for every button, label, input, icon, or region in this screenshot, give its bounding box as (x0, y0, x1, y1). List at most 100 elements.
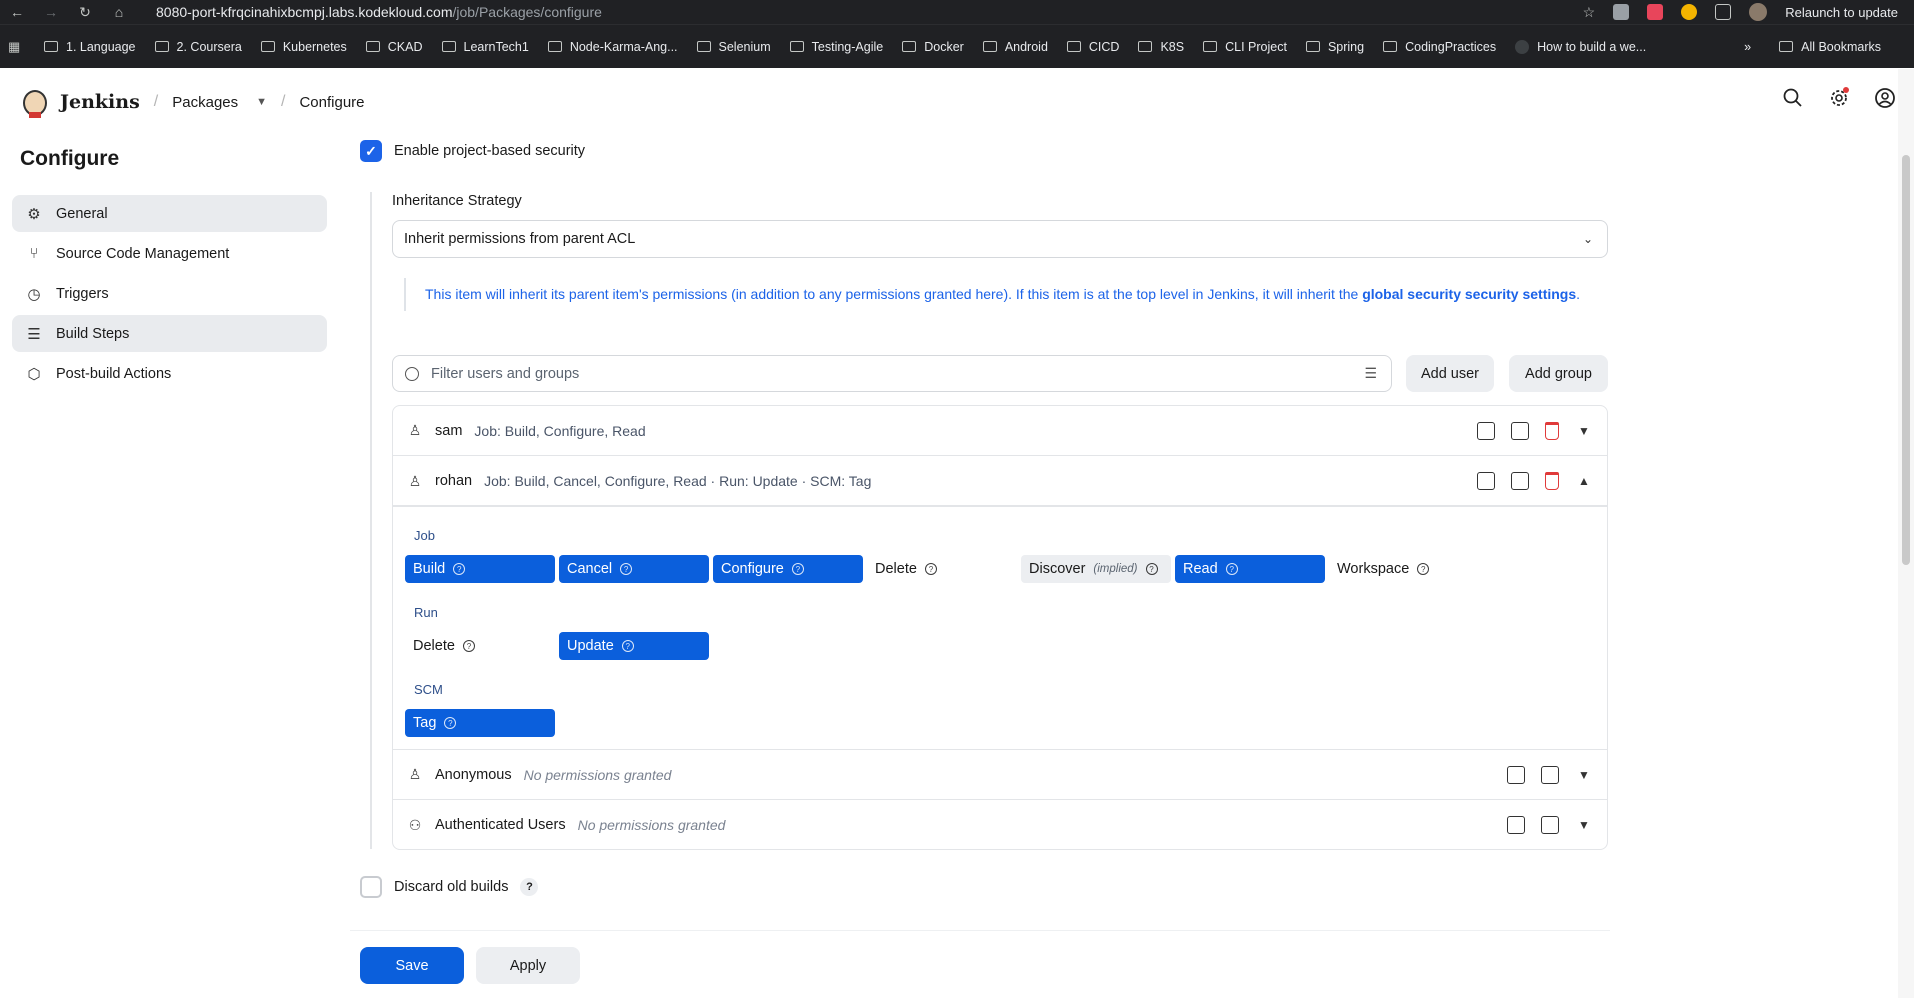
scrollbar-thumb[interactable] (1902, 155, 1910, 565)
copy-icon[interactable] (1541, 816, 1559, 834)
camera-icon[interactable] (1613, 4, 1630, 20)
perm-job-discover[interactable]: Discover (implied)? (1021, 555, 1171, 583)
copy-icon[interactable] (1511, 421, 1529, 440)
filter-users-input[interactable]: Filter users and groups ☰ (392, 355, 1392, 392)
forward-icon[interactable]: → (34, 4, 68, 20)
copy-icon[interactable] (1511, 472, 1529, 490)
bookmark-folder[interactable]: CodingPractices (1383, 40, 1496, 54)
chevron-down-icon[interactable]: ▼ (1575, 816, 1593, 834)
bookmark-folder[interactable]: Spring (1305, 40, 1364, 54)
user-account-icon[interactable] (1874, 87, 1896, 109)
discard-old-builds-checkbox[interactable] (360, 876, 382, 898)
bookmark-folder[interactable]: Testing-Agile (789, 40, 883, 54)
permission-row-anonymous[interactable]: ♙ Anonymous No permissions granted ▼ (393, 750, 1607, 800)
bookmark-link[interactable]: How to build a we... (1515, 39, 1646, 54)
perm-job-configure[interactable]: Configure? (713, 555, 863, 583)
reload-icon[interactable]: ↻ (68, 4, 102, 21)
edit-permissions-icon[interactable] (1477, 421, 1495, 440)
url-field[interactable]: 8080-port-kfrqcinahixbcmpj.labs.kodeklou… (156, 4, 1583, 20)
star-icon[interactable]: ☆ (1583, 4, 1596, 21)
help-icon[interactable]: ? (1145, 563, 1158, 575)
home-icon[interactable]: ⌂ (102, 4, 136, 20)
jenkins-logo-icon[interactable] (20, 84, 50, 120)
gear-icon[interactable] (1828, 87, 1850, 109)
folder-icon (441, 41, 456, 52)
color-extension-icon[interactable] (1681, 4, 1698, 20)
copy-icon[interactable] (1541, 765, 1559, 784)
perm-run-delete[interactable]: Delete? (405, 632, 555, 660)
perm-job-workspace[interactable]: Workspace? (1329, 555, 1479, 583)
edit-permissions-icon[interactable] (1477, 472, 1495, 490)
enable-security-checkbox[interactable]: ✓ (360, 140, 382, 162)
help-icon[interactable]: ? (620, 563, 633, 575)
perm-job-cancel[interactable]: Cancel? (559, 555, 709, 583)
help-icon[interactable]: ? (444, 717, 457, 729)
sidebar-item-triggers[interactable]: ◷ Triggers (12, 275, 327, 312)
chevron-down-icon[interactable]: ▼ (1575, 422, 1593, 440)
help-icon[interactable]: ? (1225, 563, 1238, 575)
add-group-button[interactable]: Add group (1509, 355, 1608, 392)
page-scrollbar[interactable] (1898, 69, 1914, 998)
help-icon[interactable]: ? (520, 878, 539, 896)
perm-scm-tag[interactable]: Tag? (405, 709, 555, 737)
chevron-down-icon[interactable]: ▼ (1575, 766, 1593, 784)
extensions-icon[interactable] (1715, 4, 1732, 20)
profile-avatar[interactable] (1749, 3, 1768, 21)
bookmark-folder[interactable]: 1. Language (44, 40, 136, 54)
help-icon[interactable]: ? (1417, 563, 1430, 575)
all-bookmarks-folder[interactable]: All Bookmarks (1779, 40, 1881, 54)
section-indent-bar (370, 192, 372, 849)
help-icon[interactable]: ? (924, 563, 937, 575)
save-button[interactable]: Save (360, 947, 464, 984)
relaunch-button[interactable]: Relaunch to update (1785, 5, 1898, 20)
pocket-icon[interactable] (1647, 4, 1664, 20)
bookmark-folder[interactable]: Selenium (696, 40, 771, 54)
bookmark-folder[interactable]: K8S (1138, 40, 1184, 54)
bookmarks-overflow-icon[interactable]: » (1744, 40, 1751, 54)
help-icon[interactable]: ? (462, 640, 475, 652)
bookmark-folder[interactable]: CICD (1066, 40, 1119, 54)
breadcrumb-separator: / (153, 93, 159, 110)
bookmark-folder[interactable]: Node-Karma-Ang... (547, 40, 678, 54)
permission-row-authenticated[interactable]: ⚇ Authenticated Users No permissions gra… (393, 800, 1607, 850)
app-title[interactable]: Jenkins (60, 91, 140, 113)
apply-button[interactable]: Apply (476, 947, 580, 984)
sidebar-item-general[interactable]: ⚙ General (12, 195, 327, 232)
chevron-up-icon[interactable]: ▲ (1575, 472, 1593, 490)
bookmark-folder[interactable]: LearnTech1 (441, 40, 529, 54)
delete-icon[interactable] (1545, 421, 1559, 440)
sidebar-item-source-code-management[interactable]: ⑂ Source Code Management (12, 235, 327, 272)
folder-icon (1779, 41, 1794, 52)
delete-icon[interactable] (1545, 472, 1559, 490)
inheritance-strategy-select[interactable]: Inherit permissions from parent ACL ⌄ (392, 220, 1608, 258)
search-icon[interactable] (1782, 87, 1804, 109)
bookmark-folder[interactable]: CKAD (365, 40, 423, 54)
bookmark-folder[interactable]: 2. Coursera (154, 40, 242, 54)
permission-row-sam[interactable]: ♙ sam Job: Build, Configure, Read ▼ (393, 406, 1607, 456)
bookmark-folder[interactable]: Android (982, 40, 1048, 54)
bookmark-folder[interactable]: Docker (902, 40, 964, 54)
perm-run-update[interactable]: Update? (559, 632, 709, 660)
apps-grid-icon[interactable]: ▦ (8, 39, 24, 55)
back-icon[interactable]: ← (0, 4, 34, 20)
perm-job-delete[interactable]: Delete? (867, 555, 1017, 583)
bookmark-folder[interactable]: Kubernetes (260, 40, 347, 54)
help-icon[interactable]: ? (791, 563, 804, 575)
breadcrumb-job[interactable]: Packages (172, 94, 238, 111)
edit-permissions-icon[interactable] (1507, 765, 1525, 784)
add-user-button[interactable]: Add user (1406, 355, 1494, 392)
perm-job-read[interactable]: Read? (1175, 555, 1325, 583)
chevron-down-icon[interactable]: ▼ (256, 96, 267, 108)
row-username: Authenticated Users (435, 817, 566, 833)
permission-row-rohan[interactable]: ♙ rohan Job: Build, Cancel, Configure, R… (393, 456, 1607, 506)
edit-permissions-icon[interactable] (1507, 816, 1525, 834)
filter-icon[interactable]: ☰ (1364, 365, 1377, 382)
sidebar-item-build-steps[interactable]: ☰ Build Steps (12, 315, 327, 352)
help-icon[interactable]: ? (453, 563, 466, 575)
folder-icon (1383, 41, 1398, 52)
global-security-link[interactable]: global security security settings (1362, 286, 1576, 302)
help-icon[interactable]: ? (621, 640, 634, 652)
sidebar-item-post-build-actions[interactable]: ⬡ Post-build Actions (12, 355, 327, 392)
perm-job-build[interactable]: Build? (405, 555, 555, 583)
bookmark-folder[interactable]: CLI Project (1203, 40, 1287, 54)
